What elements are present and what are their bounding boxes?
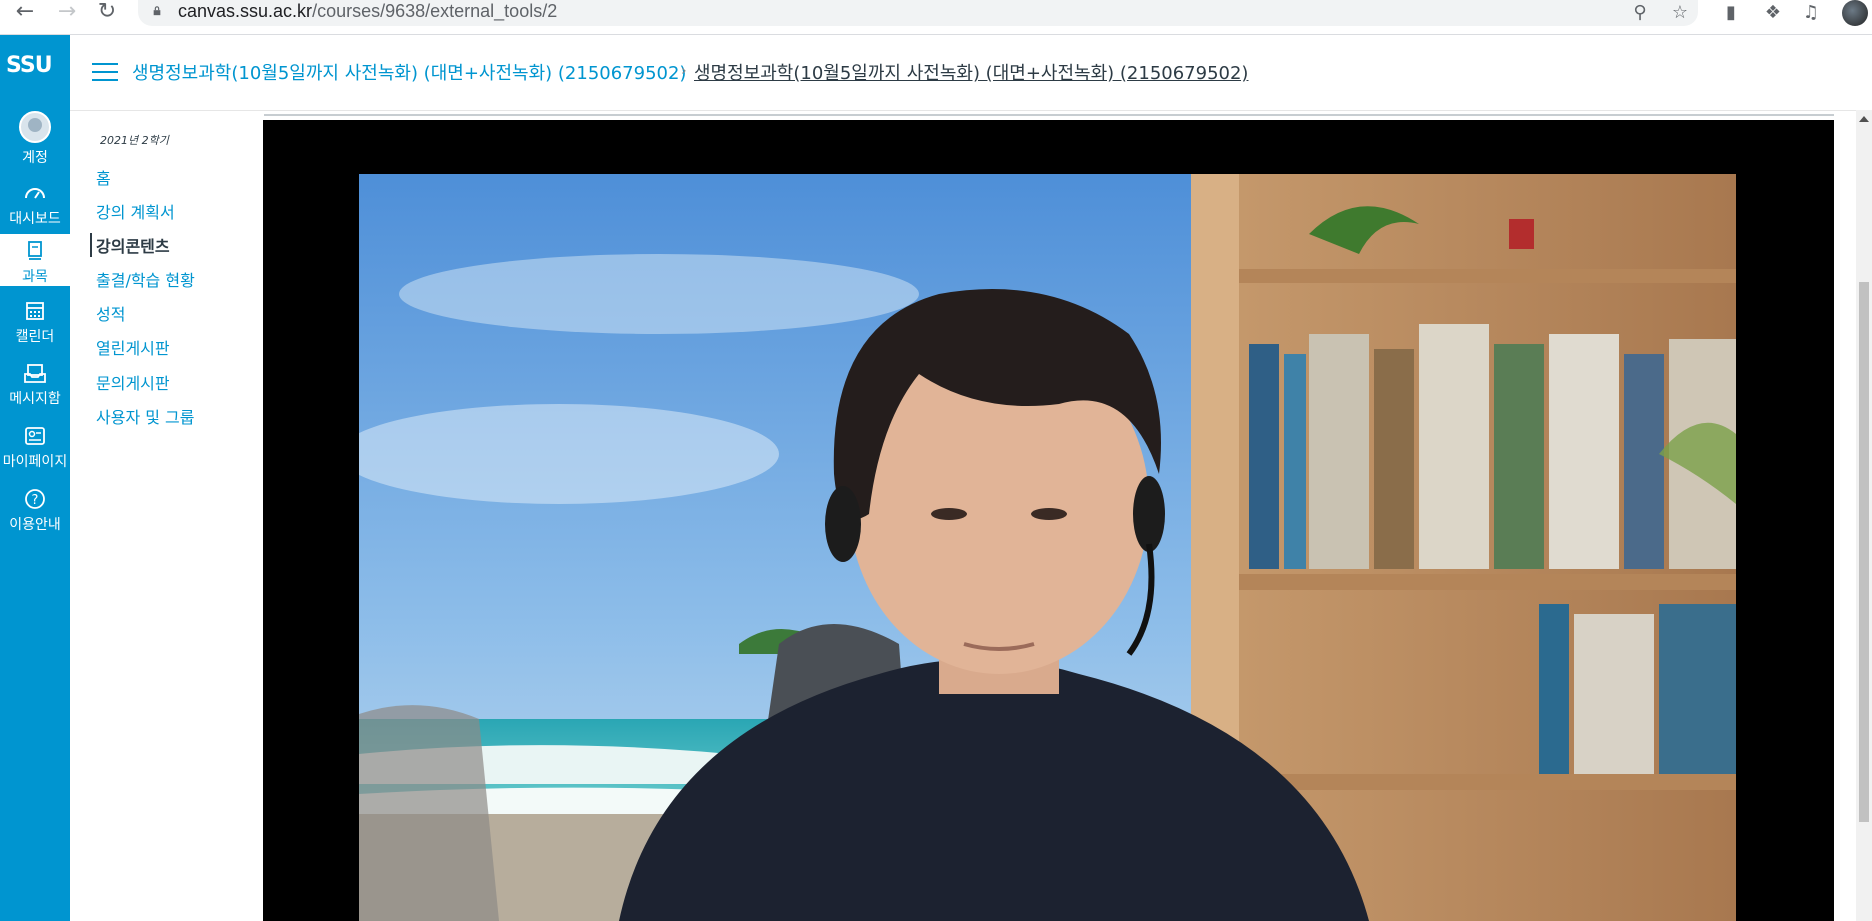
global-nav-help[interactable]: ? 이용안내: [0, 488, 70, 540]
back-arrow-icon[interactable]: ←: [10, 0, 40, 24]
breadcrumb-course-link[interactable]: 생명정보과학(10월5일까지 사전녹화) (대면+사전녹화) (21506795…: [132, 59, 686, 85]
course-nav-syllabus[interactable]: 강의 계획서: [96, 199, 175, 223]
course-nav-home[interactable]: 홈: [96, 165, 111, 189]
global-nav-label: 캘린더: [15, 329, 55, 345]
global-nav-courses[interactable]: 과목: [0, 234, 70, 286]
media-control-icon[interactable]: ♫: [1800, 2, 1822, 24]
global-nav-label: 메시지함: [9, 391, 61, 407]
lecture-video-image: [359, 174, 1736, 921]
zoom-icon[interactable]: ⚲: [1628, 1, 1652, 25]
global-nav-account[interactable]: 계정: [0, 111, 70, 167]
global-nav-label: 마이페이지: [2, 454, 68, 470]
extension-icon[interactable]: ▮: [1720, 2, 1742, 24]
reload-icon[interactable]: ↻: [92, 0, 122, 24]
global-nav-label: 이용안내: [9, 517, 61, 533]
url-host: canvas.ssu.ac.kr: [178, 1, 313, 21]
term-label: 2021년 2학기: [100, 134, 169, 147]
help-icon: ?: [25, 489, 45, 509]
page-scrollbar[interactable]: [1856, 110, 1872, 921]
dashboard-icon: [25, 188, 45, 199]
course-nav-qna-board[interactable]: 문의게시판: [96, 370, 170, 394]
puzzle-icon[interactable]: ❖: [1762, 2, 1784, 24]
url-path: /courses/9638/external_tools/2: [312, 1, 558, 21]
course-nav-lecture-content[interactable]: 강의콘텐츠: [90, 233, 170, 257]
global-nav-label: 대시보드: [9, 211, 61, 227]
mypage-icon: [25, 427, 45, 445]
course-nav-attendance[interactable]: 출결/학습 현황: [96, 267, 195, 291]
url-text: canvas.ssu.ac.kr/courses/9638/external_t…: [178, 1, 557, 22]
breadcrumb-separator-icon: ›: [681, 63, 687, 79]
video-frame[interactable]: [359, 174, 1736, 921]
svg-text:?: ?: [32, 493, 39, 508]
global-nav-dashboard[interactable]: 대시보드: [0, 182, 70, 234]
course-header: 생명정보과학(10월5일까지 사전녹화) (대면+사전녹화) (21506795…: [70, 35, 1872, 111]
address-bar[interactable]: canvas.ssu.ac.kr/courses/9638/external_t…: [138, 0, 1698, 26]
scrollbar-thumb[interactable]: [1859, 282, 1869, 822]
forward-arrow-icon[interactable]: →: [52, 0, 82, 24]
global-nav-label: 과목: [22, 269, 48, 285]
ssu-logo[interactable]: SSU: [6, 53, 64, 81]
browser-toolbar: ← → ↻ canvas.ssu.ac.kr/courses/9638/exte…: [0, 0, 1872, 35]
inbox-icon: [24, 364, 46, 383]
content-divider: [264, 110, 1834, 116]
global-nav: SSU 계정 대시보드 과목 캘린더 메시지함 마이페이지 ? 이용안내: [0, 35, 70, 921]
breadcrumb-current[interactable]: 생명정보과학(10월5일까지 사전녹화) (대면+사전녹화) (21506795…: [694, 59, 1248, 85]
global-nav-mypage[interactable]: 마이페이지: [0, 425, 70, 477]
course-nav-open-board[interactable]: 열린게시판: [96, 335, 170, 359]
lock-icon: [153, 6, 161, 16]
course-nav-grades[interactable]: 성적: [96, 301, 125, 325]
scroll-up-arrow-icon[interactable]: [1859, 116, 1869, 122]
calendar-icon: [26, 302, 44, 320]
global-nav-calendar[interactable]: 캘린더: [0, 300, 70, 352]
star-icon[interactable]: ☆: [1668, 1, 1692, 25]
account-icon: [19, 111, 51, 143]
global-nav-label: 계정: [22, 150, 48, 166]
global-nav-inbox[interactable]: 메시지함: [0, 362, 70, 414]
hamburger-menu-icon[interactable]: [92, 63, 118, 83]
video-player[interactable]: [263, 120, 1834, 921]
course-nav-people[interactable]: 사용자 및 그룹: [96, 404, 195, 428]
courses-icon: [28, 241, 42, 260]
profile-avatar[interactable]: [1842, 0, 1868, 26]
